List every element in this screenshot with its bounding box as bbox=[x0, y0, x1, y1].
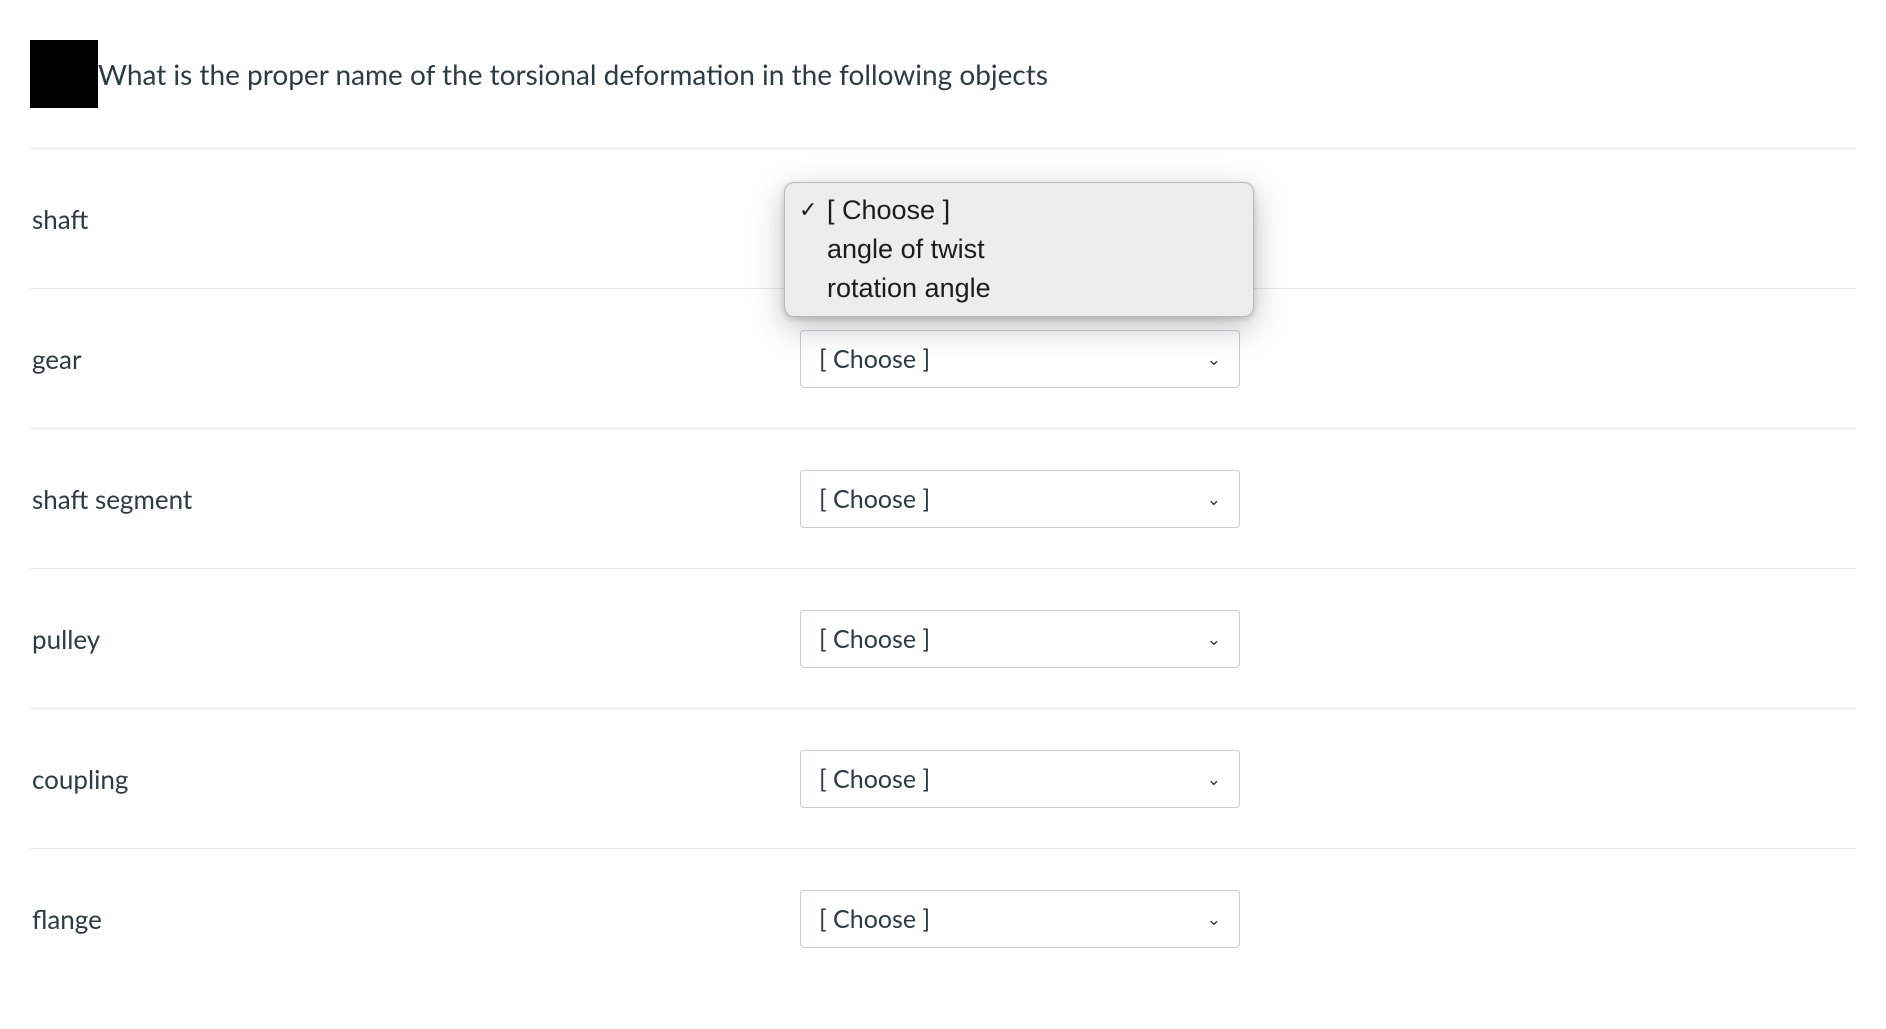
select-value: [ Choose ] bbox=[819, 484, 930, 514]
select-value: [ Choose ] bbox=[819, 344, 930, 374]
select-wrap: [ Choose ] ⌄ ✓ [ Choose ] angle of twist… bbox=[800, 190, 1240, 248]
question-page: What is the proper name of the torsional… bbox=[0, 0, 1886, 1029]
select-shaft-segment[interactable]: [ Choose ] ⌄ bbox=[800, 470, 1240, 528]
select-pulley[interactable]: [ Choose ] ⌄ bbox=[800, 610, 1240, 668]
question-text: What is the proper name of the torsional… bbox=[98, 57, 1048, 91]
dropdown-option-label: angle of twist bbox=[827, 234, 985, 265]
select-wrap: [ Choose ] ⌄ bbox=[800, 610, 1240, 668]
redaction-block bbox=[30, 40, 98, 108]
match-row-shaft-segment: shaft segment [ Choose ] ⌄ bbox=[30, 429, 1856, 569]
match-label: coupling bbox=[30, 763, 800, 795]
check-icon: ✓ bbox=[799, 197, 827, 223]
dropdown-option-angle-of-twist[interactable]: angle of twist bbox=[785, 230, 1253, 269]
match-row-coupling: coupling [ Choose ] ⌄ bbox=[30, 709, 1856, 849]
select-gear[interactable]: [ Choose ] ⌄ bbox=[800, 330, 1240, 388]
select-value: [ Choose ] bbox=[819, 624, 930, 654]
dropdown-menu: ✓ [ Choose ] angle of twist rotation ang… bbox=[784, 182, 1254, 317]
select-flange[interactable]: [ Choose ] ⌄ bbox=[800, 890, 1240, 948]
chevron-down-icon: ⌄ bbox=[1207, 908, 1221, 930]
select-wrap: [ Choose ] ⌄ bbox=[800, 470, 1240, 528]
select-value: [ Choose ] bbox=[819, 764, 930, 794]
chevron-down-icon: ⌄ bbox=[1207, 768, 1221, 790]
match-label: pulley bbox=[30, 623, 800, 655]
dropdown-option-rotation-angle[interactable]: rotation angle bbox=[785, 269, 1253, 308]
match-row-flange: flange [ Choose ] ⌄ bbox=[30, 849, 1856, 989]
chevron-down-icon: ⌄ bbox=[1207, 628, 1221, 650]
match-row-pulley: pulley [ Choose ] ⌄ bbox=[30, 569, 1856, 709]
match-label: shaft bbox=[30, 203, 800, 235]
select-value: [ Choose ] bbox=[819, 904, 930, 934]
match-label: shaft segment bbox=[30, 483, 800, 515]
select-wrap: [ Choose ] ⌄ bbox=[800, 330, 1240, 388]
chevron-down-icon: ⌄ bbox=[1207, 348, 1221, 370]
question-header: What is the proper name of the torsional… bbox=[30, 40, 1856, 108]
dropdown-option-choose[interactable]: ✓ [ Choose ] bbox=[785, 191, 1253, 230]
chevron-down-icon: ⌄ bbox=[1207, 488, 1221, 510]
dropdown-option-label: [ Choose ] bbox=[827, 195, 950, 226]
match-row-shaft: shaft [ Choose ] ⌄ ✓ [ Choose ] angle of… bbox=[30, 149, 1856, 289]
match-label: gear bbox=[30, 343, 800, 375]
dropdown-option-label: rotation angle bbox=[827, 273, 991, 304]
select-wrap: [ Choose ] ⌄ bbox=[800, 750, 1240, 808]
match-label: flange bbox=[30, 903, 800, 935]
matching-area: shaft [ Choose ] ⌄ ✓ [ Choose ] angle of… bbox=[30, 148, 1856, 989]
select-wrap: [ Choose ] ⌄ bbox=[800, 890, 1240, 948]
select-coupling[interactable]: [ Choose ] ⌄ bbox=[800, 750, 1240, 808]
